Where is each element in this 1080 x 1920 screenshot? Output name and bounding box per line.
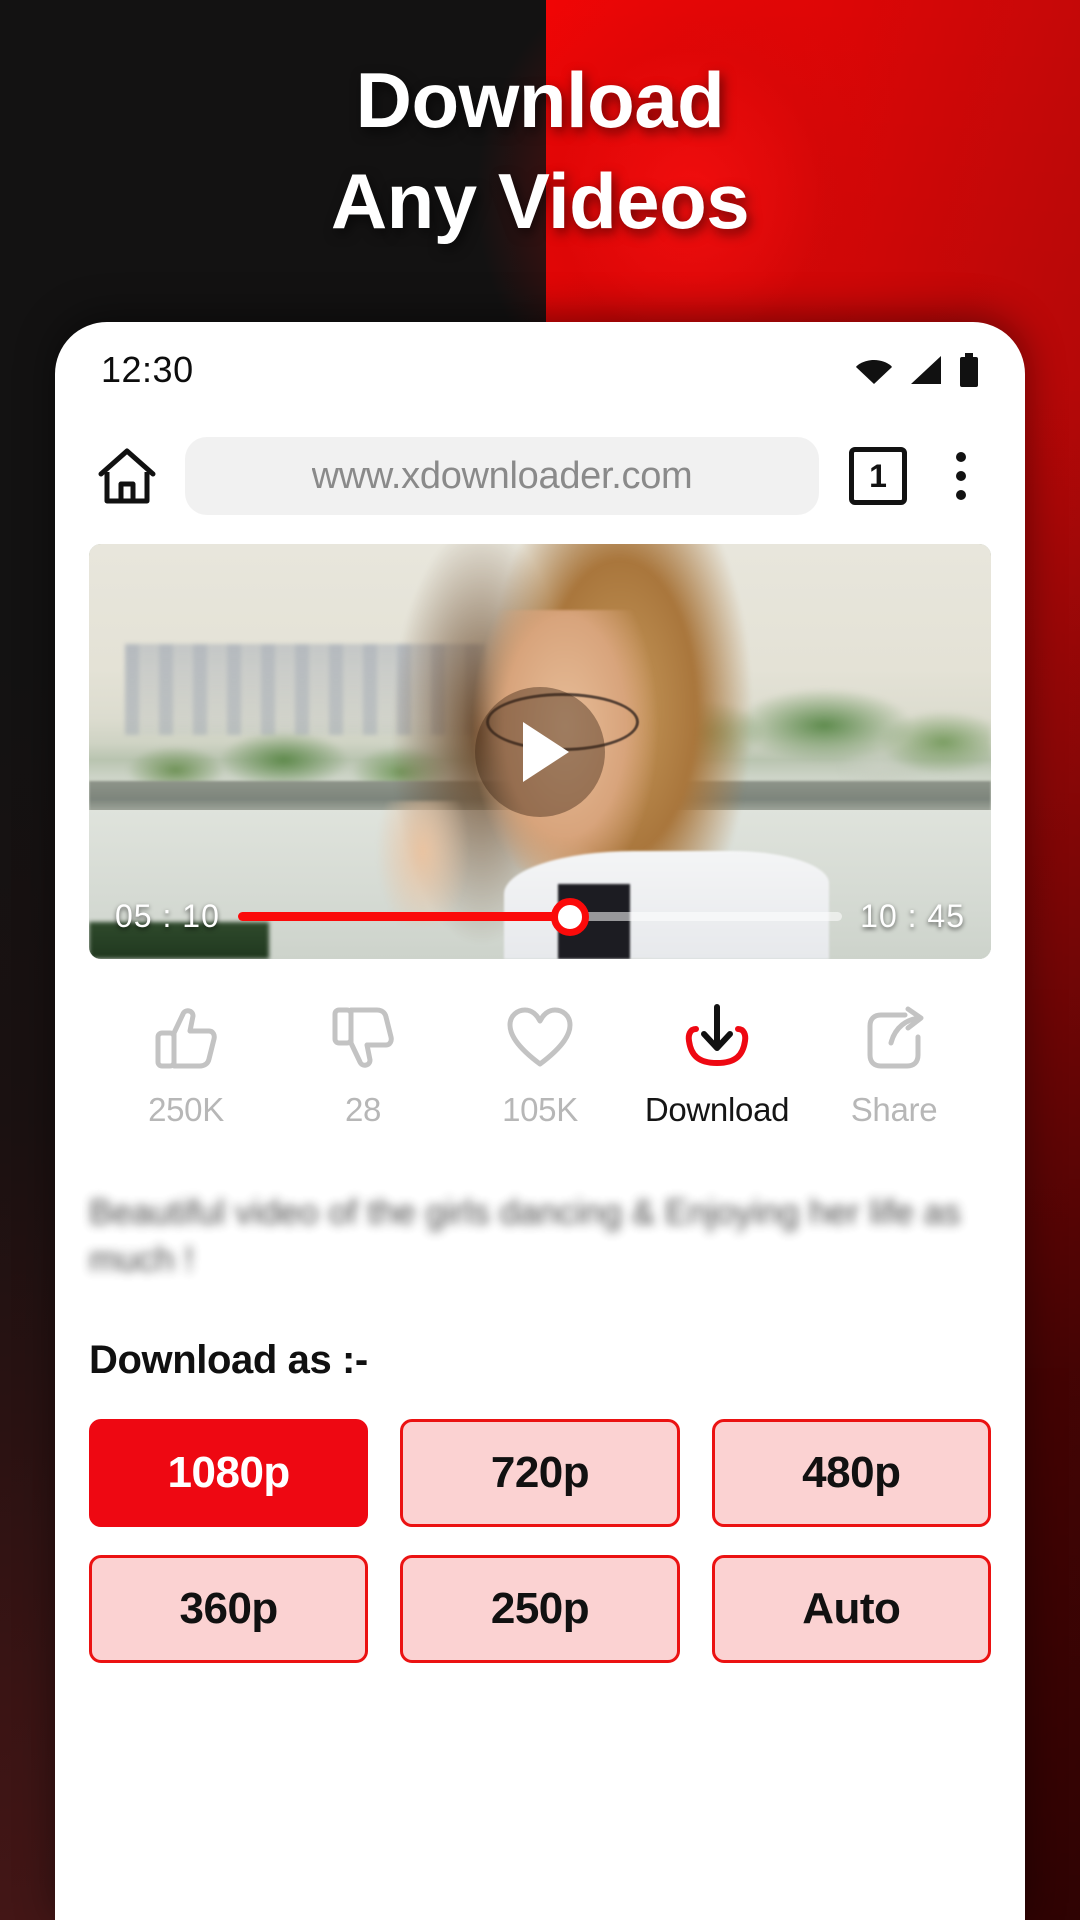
quality-option-auto[interactable]: Auto: [711, 1554, 991, 1663]
video-player[interactable]: 05 : 10 10 : 45: [89, 544, 991, 959]
download-action[interactable]: Download: [642, 1001, 792, 1129]
menu-dot: [956, 452, 966, 462]
action-row: 250K 28 105K Download Share: [55, 959, 1025, 1129]
progress-thumb[interactable]: [551, 897, 590, 936]
headline-line-1: Download: [355, 56, 725, 144]
quality-option-360p[interactable]: 360p: [89, 1554, 369, 1663]
url-bar[interactable]: www.xdownloader.com: [185, 437, 819, 515]
wifi-icon: [855, 355, 893, 385]
favorite-action[interactable]: 105K: [465, 1001, 615, 1129]
share-action[interactable]: Share: [819, 1001, 969, 1129]
url-text: www.xdownloader.com: [311, 454, 693, 497]
menu-dot: [956, 490, 966, 500]
promo-screenshot: Download Any Videos 12:30 www.xdownloade…: [0, 0, 1080, 1920]
thumbs-up-icon: [154, 1001, 218, 1075]
current-time-label: 05 : 10: [115, 898, 220, 934]
status-time: 12:30: [101, 349, 194, 390]
progress-fill: [237, 912, 571, 921]
signal-icon: [909, 355, 943, 385]
quality-option-480p[interactable]: 480p: [711, 1418, 991, 1527]
video-description: Beautiful video of the girls dancing & E…: [89, 1193, 961, 1280]
share-label: Share: [850, 1091, 938, 1128]
quality-option-720p[interactable]: 720p: [400, 1418, 680, 1527]
promo-headline: Download Any Videos: [0, 50, 1080, 253]
progress-bar[interactable]: [237, 897, 843, 936]
player-controls: 05 : 10 10 : 45: [89, 897, 991, 936]
battery-icon: [959, 353, 979, 387]
heart-icon: [506, 1001, 574, 1075]
home-icon[interactable]: [91, 440, 163, 512]
phone-mockup: 12:30 www.xdownloader.com 1 05: 10 10:…: [55, 322, 1025, 1920]
dislike-count: 28: [344, 1091, 382, 1128]
like-count: 250K: [148, 1091, 224, 1128]
quality-option-250p[interactable]: 250p: [400, 1554, 680, 1663]
play-icon[interactable]: [475, 686, 605, 817]
three-dot-menu-icon[interactable]: [933, 440, 989, 512]
play-triangle: [523, 721, 569, 782]
total-time-label: 10 : 45: [860, 898, 965, 934]
video-player-container: 05 : 10 10 : 45: [55, 534, 1025, 959]
dislike-action[interactable]: 28: [288, 1001, 438, 1129]
favorite-count: 105K: [502, 1091, 578, 1128]
menu-dot: [956, 471, 966, 481]
download-label: Download: [644, 1091, 790, 1128]
headline-line-2: Any Videos: [330, 157, 750, 246]
share-icon: [861, 1001, 927, 1075]
download-icon: [682, 1001, 752, 1075]
quality-options: 1080p 720p 480p 360p 250p Auto: [89, 1418, 991, 1663]
tab-count-label: 1: [869, 458, 887, 494]
status-bar: 12:30: [55, 322, 1025, 418]
browser-toolbar: www.xdownloader.com 1: [55, 418, 1025, 534]
thumbs-down-icon: [331, 1001, 395, 1075]
like-action[interactable]: 250K: [111, 1001, 261, 1129]
tab-counter-button[interactable]: 1: [849, 447, 907, 505]
quality-option-1080p[interactable]: 1080p: [89, 1418, 369, 1527]
status-icons: [855, 353, 979, 387]
download-as-title: Download as :-: [89, 1337, 368, 1382]
